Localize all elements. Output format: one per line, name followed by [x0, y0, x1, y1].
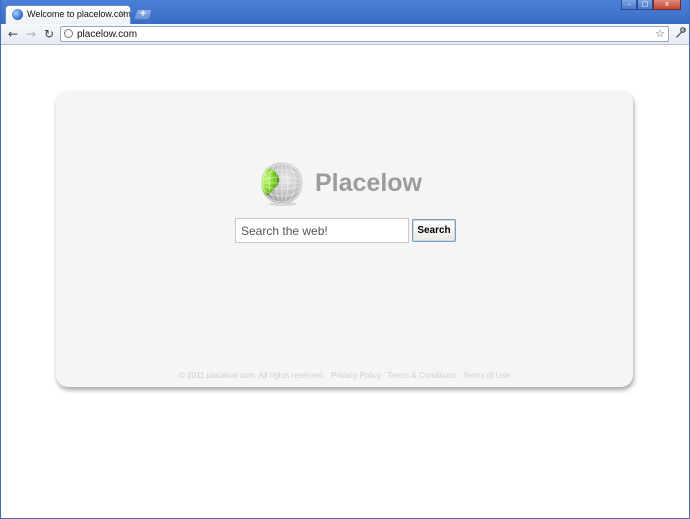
wrench-icon[interactable]	[673, 27, 687, 41]
footer-copyright: © 2011 placelow.com. All rights reserved…	[179, 371, 325, 380]
search-input[interactable]	[235, 218, 409, 243]
maximize-button[interactable]: □	[637, 0, 653, 10]
reload-icon[interactable]: ↻	[42, 27, 56, 41]
search-button[interactable]: Search	[412, 219, 456, 242]
site-logo: Placelow	[259, 158, 422, 208]
back-arrow-icon[interactable]: ←	[6, 27, 20, 41]
globe-logo-icon	[261, 162, 303, 206]
footer-link-terms-of-use[interactable]: Terms of Use	[463, 371, 510, 380]
search-card: Placelow Search © 2011 placelow.com. All…	[56, 91, 633, 387]
footer: © 2011 placelow.com. All rights reserved…	[56, 371, 633, 380]
footer-link-terms-conditions[interactable]: Terms & Conditions	[387, 371, 456, 380]
tab-strip: Welcome to placelow.com × + – □ x	[1, 0, 689, 24]
window-controls: – □ x	[621, 0, 681, 12]
address-bar[interactable]: placelow.com ☆	[60, 26, 669, 42]
plus-icon: +	[139, 9, 147, 19]
tab-welcome[interactable]: Welcome to placelow.com ×	[5, 5, 131, 24]
tab-title: Welcome to placelow.com	[27, 9, 131, 19]
bookmark-star-icon[interactable]: ☆	[655, 27, 665, 41]
tab-close-icon[interactable]: ×	[118, 8, 126, 20]
minimize-button[interactable]: –	[621, 0, 637, 10]
browser-toolbar: ← → ↻ placelow.com ☆	[1, 24, 689, 45]
browser-window: Welcome to placelow.com × + – □ x ← → ↻ …	[0, 0, 690, 519]
page-info-icon[interactable]	[64, 29, 73, 38]
wrench-icon-graphic	[676, 27, 686, 38]
logo-text: Placelow	[315, 168, 422, 197]
forward-arrow-icon[interactable]: →	[24, 27, 38, 41]
globe-favicon-icon	[12, 9, 23, 20]
close-window-button[interactable]: x	[653, 0, 681, 10]
new-tab-button[interactable]: +	[133, 9, 153, 20]
address-url[interactable]: placelow.com	[77, 28, 137, 41]
footer-link-privacy-policy[interactable]: Privacy Policy	[331, 371, 381, 380]
page-content: Placelow Search © 2011 placelow.com. All…	[1, 45, 689, 518]
